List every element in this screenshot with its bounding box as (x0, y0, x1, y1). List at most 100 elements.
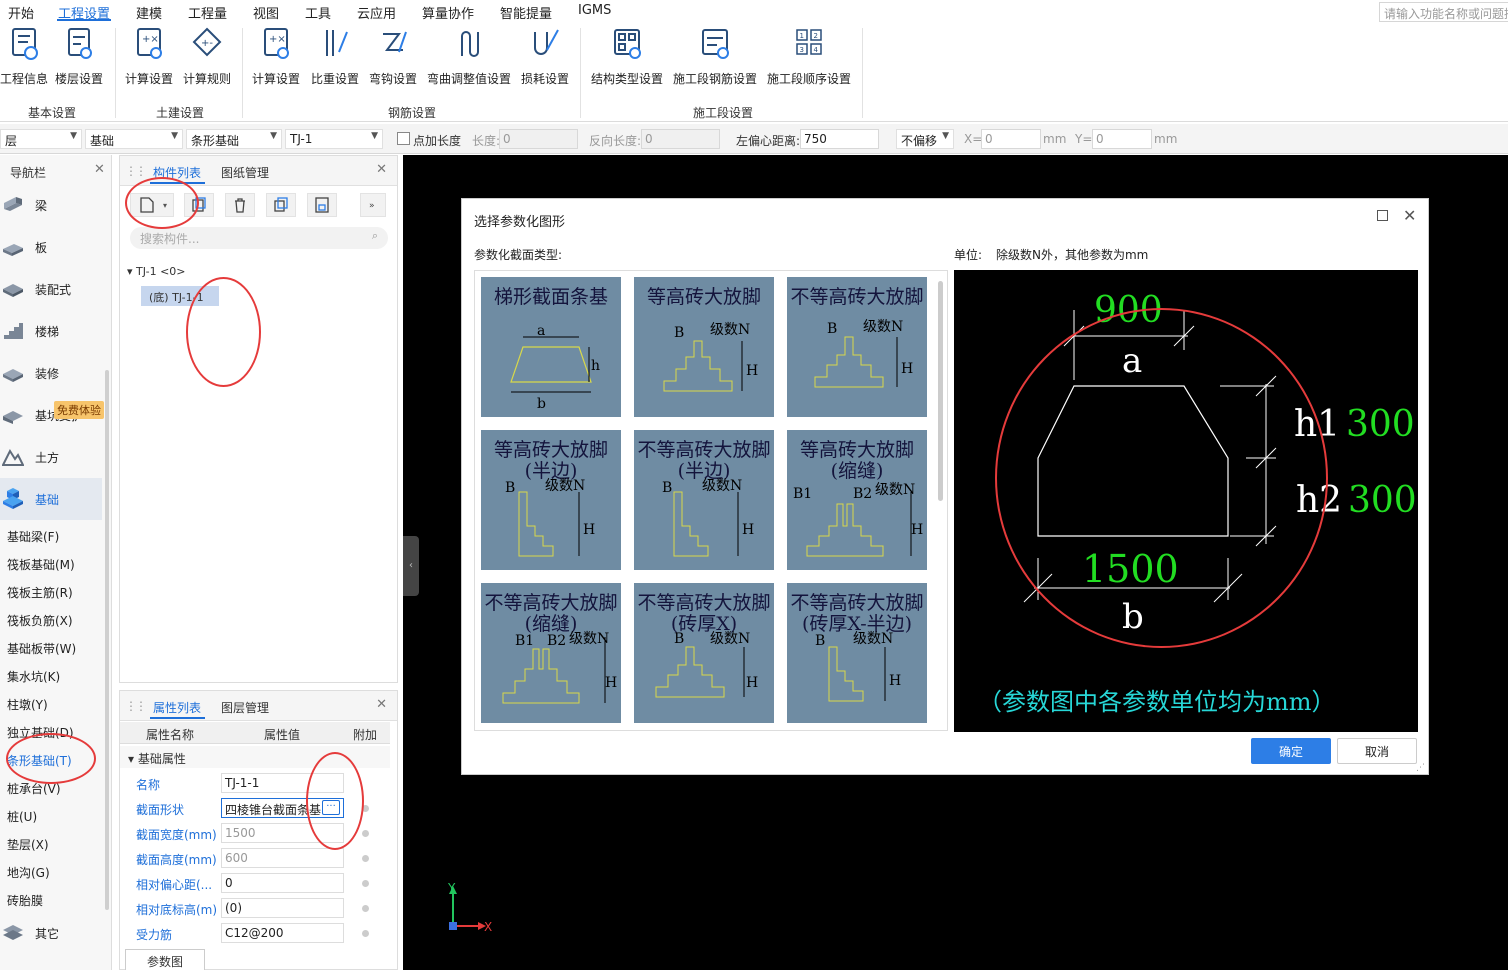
menu-start[interactable]: 开始 (8, 3, 34, 22)
cancel-button[interactable]: 取消 (1337, 738, 1417, 764)
sub-item-sump[interactable]: 集水坑(K) (7, 668, 60, 685)
save-component-button[interactable] (307, 193, 337, 217)
calc-rules-button[interactable]: +- 计算规则 (183, 26, 231, 87)
shape-cell-unequal-brick-half[interactable]: 不等高砖大放脚(半边) B 级数N H (634, 430, 774, 570)
menu-smart[interactable]: 智能提量 (500, 3, 552, 22)
extra-checkbox[interactable] (362, 855, 369, 862)
nav-item-foundation[interactable]: 基础 (0, 478, 102, 520)
tree-node-tj1-1[interactable]: (底) TJ-1-1 (141, 286, 219, 306)
sub-item-trench[interactable]: 地沟(G) (7, 864, 50, 881)
add-length-checkbox[interactable] (397, 132, 410, 145)
hook-settings-button[interactable]: 弯钩设置 (369, 26, 417, 87)
menu-cloud[interactable]: 云应用 (357, 3, 396, 22)
x-input[interactable]: 0 (981, 129, 1041, 149)
shape-cell-equal-brick-footing[interactable]: 等高砖大放脚 B 级数N H (634, 277, 774, 417)
extra-checkbox[interactable] (362, 880, 369, 887)
structure-type-button[interactable]: 结构类型设置 (591, 26, 663, 87)
nav-item-other[interactable]: 其它 (0, 912, 102, 954)
delete-component-button[interactable] (225, 193, 255, 217)
element-select[interactable]: TJ-1 ▼ (285, 129, 383, 149)
copy-component-button[interactable] (184, 193, 214, 217)
loss-settings-button[interactable]: 损耗设置 (521, 26, 569, 87)
nav-item-prefab[interactable]: 装配式 (0, 268, 102, 310)
bend-adjust-button[interactable]: 弯曲调整值设置 (427, 26, 511, 87)
new-component-button[interactable]: ▾ (130, 193, 174, 217)
extra-checkbox[interactable] (362, 930, 369, 937)
left-offset-input[interactable]: 750 (800, 129, 879, 149)
menu-collab[interactable]: 算量协作 (422, 3, 474, 22)
type-select[interactable]: 条形基础 ▼ (186, 129, 282, 149)
segment-order-button[interactable]: 1234 施工段顺序设置 (767, 26, 851, 87)
shape-cell-unequal-brick-thickness[interactable]: 不等高砖大放脚(砖厚X) B 级数N H (634, 583, 774, 723)
category-select[interactable]: 基础 ▼ (85, 129, 183, 149)
extra-checkbox[interactable] (362, 830, 369, 837)
expand-arrow-icon[interactable]: ▾ (127, 265, 136, 278)
extra-checkbox[interactable] (362, 805, 369, 812)
tab-drawing-management[interactable]: 图纸管理 (221, 164, 269, 181)
civil-calc-settings-button[interactable]: +× 计算设置 (125, 26, 173, 87)
sub-item-raft[interactable]: 筏板基础(M) (7, 556, 75, 573)
sub-item-pile[interactable]: 桩(U) (7, 808, 37, 825)
grid-scrollbar[interactable] (938, 281, 943, 501)
y-input[interactable]: 0 (1092, 129, 1152, 149)
sub-item-pier[interactable]: 柱墩(Y) (7, 696, 48, 713)
property-group-foundation[interactable]: ▾ 基础属性 (120, 746, 390, 768)
close-icon[interactable]: ✕ (94, 162, 105, 177)
shape-cell-equal-brick-half[interactable]: 等高砖大放脚(半边) B 级数N H (481, 430, 621, 570)
sub-item-foundation-beam[interactable]: 基础梁(F) (7, 528, 59, 545)
sub-item-raft-main-rebar[interactable]: 筏板主筋(R) (7, 584, 73, 601)
nav-item-stairs[interactable]: 楼梯 (0, 310, 102, 352)
component-search-input[interactable]: 搜索构件... ⌕ (130, 227, 388, 249)
sub-item-raft-neg-rebar[interactable]: 筏板负筋(X) (7, 612, 73, 629)
section-height-input[interactable]: 600 (221, 848, 344, 868)
shape-cell-unequal-brick-thickness-half[interactable]: 不等高砖大放脚(砖厚X-半边) B 级数N H (787, 583, 927, 723)
tab-layer-management[interactable]: 图层管理 (221, 699, 269, 716)
nav-item-decoration[interactable]: 装修 (0, 352, 102, 394)
function-search-input[interactable]: 请输入功能名称或问题描述 (1379, 2, 1508, 22)
sub-item-brick-mould[interactable]: 砖胎膜 (7, 892, 43, 909)
shape-cell-equal-brick-gap[interactable]: 等高砖大放脚(缩缝) B1 B2 级数N H (787, 430, 927, 570)
sub-item-cushion[interactable]: 垫层(X) (7, 836, 49, 853)
reverse-length-input[interactable]: 0 (641, 129, 720, 149)
menu-view[interactable]: 视图 (253, 3, 279, 22)
tab-component-list[interactable]: 构件列表 (153, 164, 201, 181)
segment-rebar-button[interactable]: 施工段钢筋设置 (673, 26, 757, 87)
relative-bottom-elevation-input[interactable]: (0) (221, 898, 344, 918)
length-input[interactable]: 0 (499, 129, 578, 149)
relative-offset-input[interactable]: 0 (221, 873, 344, 893)
search-icon[interactable]: ⌕ (372, 229, 378, 243)
sub-item-pile-cap[interactable]: 桩承台(V) (7, 780, 61, 797)
ok-button[interactable]: 确定 (1251, 738, 1331, 764)
sub-item-slab-strip[interactable]: 基础板带(W) (7, 640, 76, 657)
free-trial-badge[interactable]: 免费体验 (54, 401, 104, 419)
nav-item-beam[interactable]: 梁 (0, 184, 102, 226)
section-width-input[interactable]: 1500 (221, 823, 344, 843)
duplicate-component-button[interactable] (266, 193, 296, 217)
tab-property-list[interactable]: 属性列表 (153, 699, 201, 716)
shape-cell-unequal-brick-footing[interactable]: 不等高砖大放脚 B 级数N H (787, 277, 927, 417)
menu-modeling[interactable]: 建模 (136, 3, 162, 22)
drag-handle-icon[interactable]: ⋮⋮ (125, 164, 147, 178)
nav-item-earthwork[interactable]: 土方 (0, 436, 102, 478)
offset-mode-select[interactable]: 不偏移 ▼ (896, 129, 954, 149)
sub-item-strip-foundation[interactable]: 条形基础(T) (7, 752, 72, 769)
resize-grip-icon[interactable]: ⋰ (1416, 763, 1425, 773)
tab-parameter-diagram[interactable]: 参数图 (125, 949, 205, 970)
collapse-panel-handle[interactable]: ‹ (403, 536, 419, 596)
floor-settings-button[interactable]: 楼层设置 (55, 26, 103, 87)
extra-checkbox[interactable] (362, 905, 369, 912)
menu-tools[interactable]: 工具 (305, 3, 331, 22)
floor-select[interactable]: 层 ▼ (0, 129, 82, 149)
menu-igms[interactable]: IGMS (578, 3, 611, 18)
nav-item-slab[interactable]: 板 (0, 226, 102, 268)
close-icon[interactable]: ✕ (376, 162, 387, 177)
tree-node-tj1[interactable]: ▾ TJ-1 <0> (127, 265, 186, 278)
property-name-input[interactable]: TJ-1-1 (221, 773, 344, 793)
sub-item-isolated[interactable]: 独立基础(D) (7, 724, 74, 741)
ellipsis-button[interactable]: ··· (322, 800, 340, 815)
rebar-calc-settings-button[interactable]: +× 计算设置 (252, 26, 300, 87)
main-rebar-input[interactable]: C12@200 (221, 923, 344, 943)
menu-quantity[interactable]: 工程量 (188, 3, 227, 22)
shape-cell-unequal-brick-gap[interactable]: 不等高砖大放脚(缩缝) B1 B2 级数N H (481, 583, 621, 723)
close-icon[interactable]: ✕ (1403, 206, 1416, 225)
